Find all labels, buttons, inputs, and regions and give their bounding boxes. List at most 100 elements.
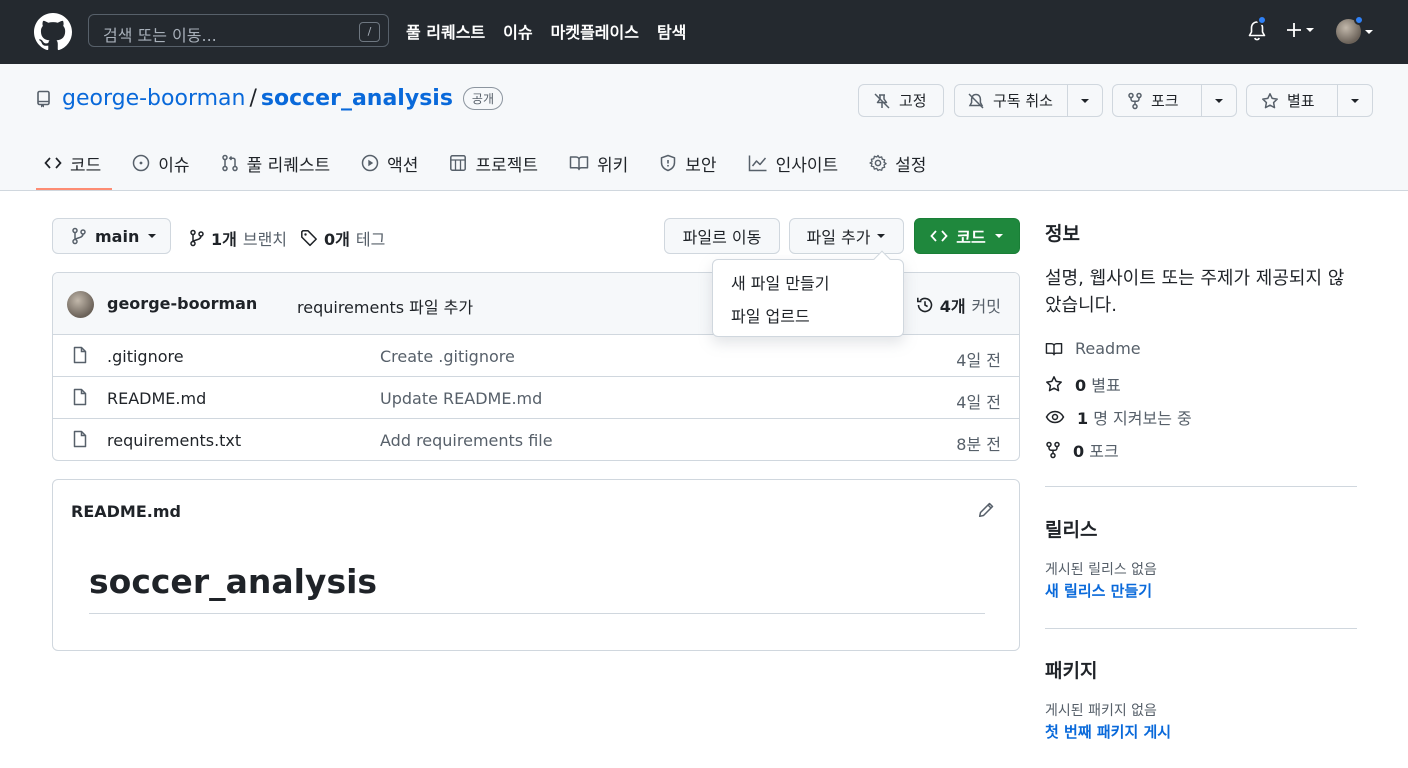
commit-history-link[interactable]: 4개 커밋 <box>916 293 1001 317</box>
pin-button[interactable]: 고정 <box>858 84 944 117</box>
create-new-menu-button[interactable] <box>1286 22 1315 38</box>
star-icon <box>1046 376 1062 392</box>
file-commit-message-link[interactable]: Update README.md <box>380 389 542 408</box>
code-icon <box>930 230 948 242</box>
global-nav-explore[interactable]: 탐색 <box>657 19 686 43</box>
current-branch-label: main <box>95 226 140 246</box>
tab-security[interactable]: 보안 <box>651 150 730 176</box>
commit-author-link[interactable]: george-boorman <box>107 294 257 313</box>
star-icon <box>1262 92 1278 108</box>
stars-label: 별표 <box>1091 376 1121 395</box>
branch-selector-button[interactable]: main <box>52 218 171 254</box>
go-to-file-label: 파일르 이동 <box>682 228 762 247</box>
commit-author-avatar[interactable] <box>67 291 94 318</box>
caret-down-icon <box>148 234 157 238</box>
tab-code[interactable]: 코드 <box>36 150 115 176</box>
star-dropdown-caret-icon[interactable] <box>1336 85 1372 116</box>
tab-pull-requests[interactable]: 풀 리퀘스트 <box>213 150 345 176</box>
star-button-label: 별표 <box>1287 92 1315 110</box>
menu-item-upload-files[interactable]: 파일 업르드 <box>731 303 810 327</box>
play-icon <box>361 154 379 172</box>
file-commit-time: 4일 전 <box>956 351 1001 370</box>
forks-count: 0 <box>1073 442 1085 461</box>
file-row[interactable]: README.md Update README.md 4일 전 <box>53 377 1019 419</box>
watchers-label: 명 지켜보는 중 <box>1093 409 1192 428</box>
unwatch-button[interactable]: 구독 취소 <box>954 84 1103 117</box>
repo-tabs: 코드 이슈 풀 리퀘스트 액션 프로젝트 위키 보안 인사이트 설정 <box>36 150 949 176</box>
tab-issues[interactable]: 이슈 <box>124 150 203 176</box>
file-name-link[interactable]: .gitignore <box>107 347 184 366</box>
book-icon <box>1045 342 1063 355</box>
tab-insights[interactable]: 인사이트 <box>740 150 853 176</box>
file-commit-message-link[interactable]: Add requirements file <box>380 431 553 450</box>
file-name-link[interactable]: README.md <box>107 389 206 408</box>
tab-wiki[interactable]: 위키 <box>561 150 642 176</box>
github-logo-icon[interactable] <box>34 13 72 51</box>
readme-filename: README.md <box>71 502 181 521</box>
pin-slash-icon <box>874 92 890 109</box>
stars-link[interactable]: 0 별표 <box>1045 372 1121 396</box>
bell-slash-icon <box>968 92 984 109</box>
visibility-badge: 공개 <box>462 87 504 110</box>
watchers-link[interactable]: 1 명 지켜보는 중 <box>1045 405 1192 429</box>
avatar-caret-down-icon[interactable] <box>1364 29 1374 35</box>
sidebar-divider <box>1045 628 1357 629</box>
forks-link[interactable]: 0 포크 <box>1045 438 1119 462</box>
fork-dropdown-caret-icon[interactable] <box>1200 85 1236 116</box>
file-row[interactable]: .gitignore Create .gitignore 4일 전 <box>53 335 1019 377</box>
add-file-button[interactable]: 파일 추가 <box>789 218 904 254</box>
search-shortcut-key: / <box>359 22 380 42</box>
global-nav-issues[interactable]: 이슈 <box>503 19 532 43</box>
repo-path-separator: / <box>249 86 257 111</box>
avatar-status-dot <box>1354 15 1364 25</box>
create-release-link[interactable]: 새 릴리스 만들기 <box>1045 580 1152 601</box>
sidebar-divider <box>1045 486 1357 487</box>
file-row[interactable]: requirements.txt Add requirements file 8… <box>53 419 1019 460</box>
pull-request-icon <box>221 154 238 172</box>
tab-projects[interactable]: 프로젝트 <box>441 150 552 176</box>
branches-link[interactable]: 1개 브랜치 <box>189 226 287 250</box>
tab-code-label: 코드 <box>70 155 102 176</box>
plus-icon <box>1287 23 1301 37</box>
branch-icon <box>190 229 204 247</box>
tags-count: 0개 <box>324 230 350 249</box>
packages-title[interactable]: 패키지 <box>1045 656 1097 683</box>
edit-pencil-icon[interactable] <box>977 501 995 519</box>
tags-link[interactable]: 0개 테그 <box>300 226 385 250</box>
file-commit-message-link[interactable]: Create .gitignore <box>380 347 515 366</box>
search-input[interactable]: 검색 또는 이동... / <box>88 14 389 47</box>
repo-icon <box>36 90 52 108</box>
tab-settings[interactable]: 설정 <box>861 150 940 176</box>
unwatch-dropdown-caret-icon[interactable] <box>1066 85 1102 116</box>
publish-package-link[interactable]: 첫 번째 패키지 게시 <box>1045 721 1171 742</box>
caret-down-icon <box>877 234 886 238</box>
tab-pull-requests-label: 풀 리퀘스트 <box>246 155 331 176</box>
readme-link[interactable]: Readme <box>1045 339 1141 358</box>
releases-title[interactable]: 릴리스 <box>1045 515 1097 542</box>
caret-down-icon <box>1306 28 1314 32</box>
tab-actions[interactable]: 액션 <box>353 150 432 176</box>
graph-icon <box>748 155 767 172</box>
fork-button[interactable]: 포크 <box>1112 84 1237 117</box>
file-icon <box>73 430 87 448</box>
commit-message-link[interactable]: requirements 파일 추가 <box>297 294 473 318</box>
readme-link-label: Readme <box>1075 339 1141 358</box>
issue-icon <box>133 154 150 172</box>
gear-icon <box>869 154 887 172</box>
global-header: 검색 또는 이동... / 풀 리퀘스트 이슈 마켓플레이스 탐색 <box>0 0 1408 64</box>
global-nav-pull-requests[interactable]: 풀 리퀘스트 <box>406 19 485 43</box>
branch-icon <box>72 227 86 245</box>
tab-settings-label: 설정 <box>895 155 927 176</box>
releases-empty-text: 게시된 릴리스 없음 <box>1045 562 1157 578</box>
repo-name-link[interactable]: soccer_analysis <box>261 86 453 111</box>
code-button[interactable]: 코드 <box>914 218 1020 254</box>
readme-heading: soccer_analysis <box>89 562 378 601</box>
go-to-file-button[interactable]: 파일르 이동 <box>664 218 780 254</box>
repo-owner-link[interactable]: george-boorman <box>62 86 245 111</box>
menu-item-create-new-file[interactable]: 새 파일 만들기 <box>731 270 830 294</box>
star-button[interactable]: 별표 <box>1246 84 1373 117</box>
file-commit-time: 4일 전 <box>956 393 1001 412</box>
global-nav-marketplace[interactable]: 마켓플레이스 <box>551 19 639 43</box>
file-name-link[interactable]: requirements.txt <box>107 431 241 450</box>
watchers-count: 1 <box>1077 409 1089 428</box>
